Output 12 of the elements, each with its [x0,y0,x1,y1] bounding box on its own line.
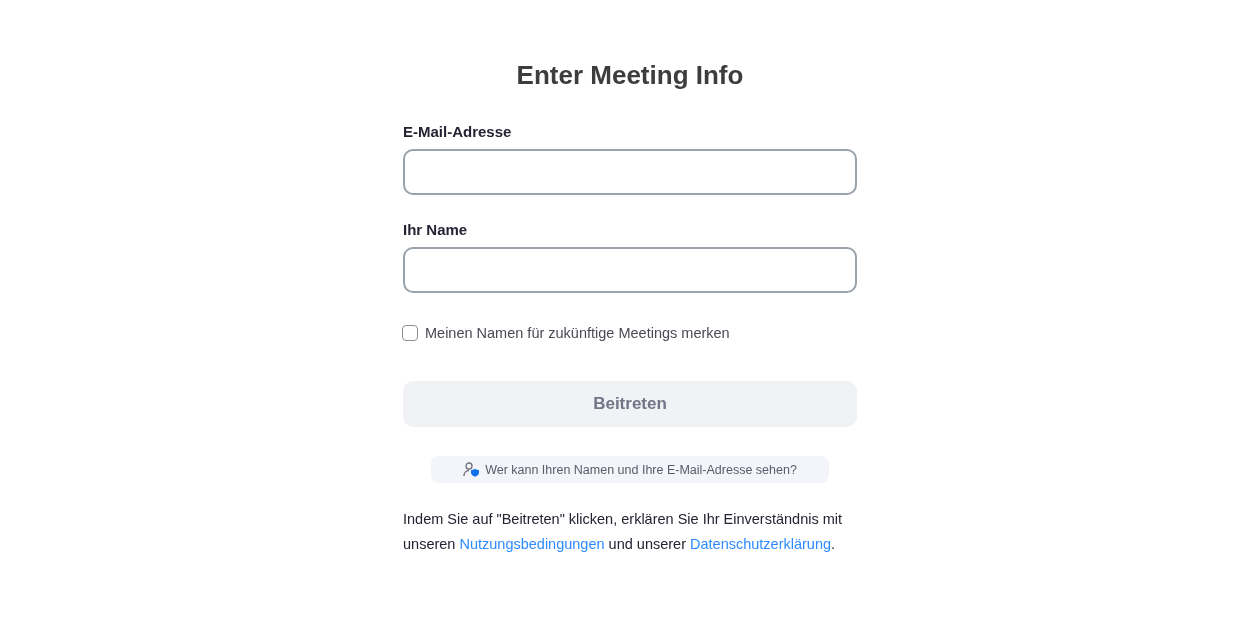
page-title: Enter Meeting Info [515,60,745,91]
field-label: Ihr Name [403,221,469,238]
field-label: E-Mail-Adresse [403,123,513,140]
input-field[interactable] [403,149,857,195]
input-field[interactable] [403,247,857,293]
terms-link[interactable]: Datenschutzerklärung [690,535,832,552]
checkbox[interactable] [402,325,418,341]
privacy-hint-button[interactable]: Wer kann Ihren Namen und Ihre E-Mail-Adresse sehen? [431,456,829,483]
terms-paragraph: Indem Sie auf "Beitreten" klicken, erklären Sie Ihr Einverständnis mit unseren Nutzungsbedingungen und unserer Datenschutzerklärung. [403,510,844,554]
user-shield-icon [463,462,481,477]
checkbox-label: Meinen Namen für zukünftige Meetings merken [425,325,730,341]
terms-link[interactable]: Nutzungsbedingungen [459,535,605,552]
